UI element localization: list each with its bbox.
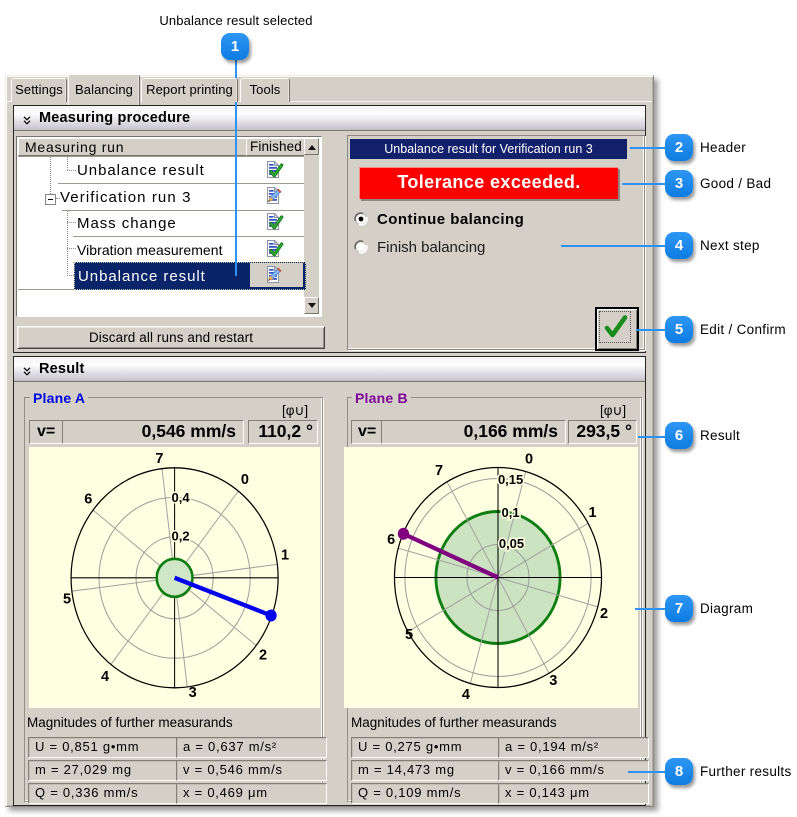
svg-text:7: 7 xyxy=(155,451,163,467)
svg-text:2: 2 xyxy=(259,648,267,664)
svg-text:0,1: 0,1 xyxy=(502,505,520,520)
svg-text:1: 1 xyxy=(281,547,289,563)
svg-text:0,15: 0,15 xyxy=(498,472,523,487)
svg-text:6: 6 xyxy=(84,491,92,507)
svg-text:4: 4 xyxy=(462,687,470,703)
svg-text:0,2: 0,2 xyxy=(172,529,190,544)
svg-text:3: 3 xyxy=(549,673,557,689)
svg-text:1: 1 xyxy=(589,505,597,521)
svg-text:6: 6 xyxy=(387,532,395,548)
svg-text:0,05: 0,05 xyxy=(499,536,524,551)
svg-text:5: 5 xyxy=(63,592,71,608)
svg-text:3: 3 xyxy=(189,685,197,701)
svg-text:2: 2 xyxy=(600,606,608,622)
svg-text:5: 5 xyxy=(405,627,413,643)
svg-text:7: 7 xyxy=(435,463,443,479)
svg-text:0,4: 0,4 xyxy=(172,490,191,505)
svg-text:4: 4 xyxy=(101,669,109,685)
svg-text:0: 0 xyxy=(525,451,533,467)
svg-text:0: 0 xyxy=(241,472,249,488)
